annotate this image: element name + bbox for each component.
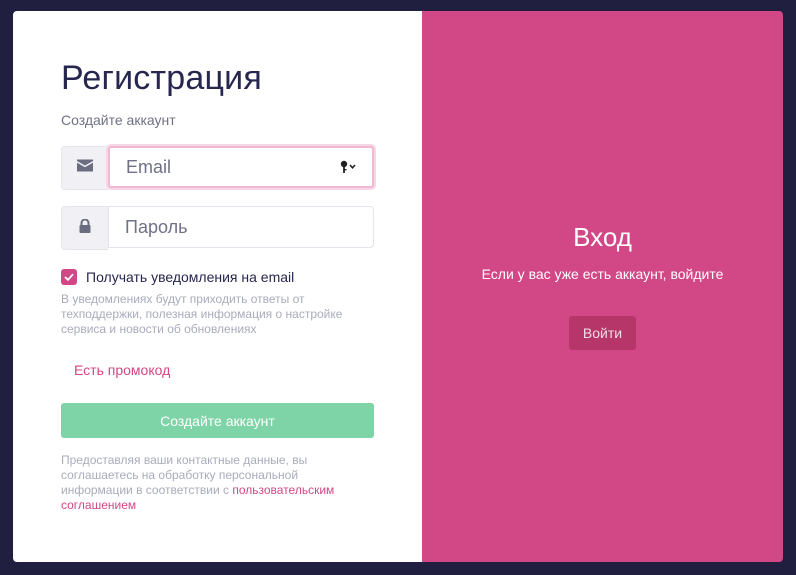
auth-card: Регистрация Создайте аккаунт Email Получ… xyxy=(13,11,783,562)
notify-label: Получать уведомления на email xyxy=(86,269,295,285)
envelope-icon xyxy=(77,159,93,177)
notify-row[interactable]: Получать уведомления на email xyxy=(61,269,294,285)
password-input[interactable] xyxy=(108,206,374,248)
legal-notice: Предоставляя ваши контактные данные, вы … xyxy=(61,453,351,513)
register-panel: Регистрация Создайте аккаунт Email Получ… xyxy=(13,11,422,562)
key-icon[interactable] xyxy=(340,160,358,174)
notify-checkbox[interactable] xyxy=(61,269,77,285)
email-addon xyxy=(61,146,108,190)
password-field-group xyxy=(61,206,374,250)
create-account-button[interactable]: Создайте аккаунт xyxy=(61,403,374,438)
login-panel: Вход Если у вас уже есть аккаунт, войдит… xyxy=(422,11,783,562)
page-title: Регистрация xyxy=(61,59,262,97)
page-subtitle: Создайте аккаунт xyxy=(61,112,176,128)
login-title: Вход xyxy=(573,222,632,252)
password-addon xyxy=(61,206,108,250)
login-text: Если у вас уже есть аккаунт, войдите xyxy=(481,266,724,282)
login-button[interactable]: Войти xyxy=(569,316,636,350)
promo-link[interactable]: Есть промокод xyxy=(74,362,170,378)
email-input-wrap xyxy=(108,146,374,190)
email-input[interactable] xyxy=(108,146,374,188)
notify-hint: В уведомлениях будут приходить ответы от… xyxy=(61,292,343,336)
email-field-group xyxy=(61,146,374,190)
lock-icon xyxy=(79,218,91,238)
checkmark-icon xyxy=(64,268,74,286)
